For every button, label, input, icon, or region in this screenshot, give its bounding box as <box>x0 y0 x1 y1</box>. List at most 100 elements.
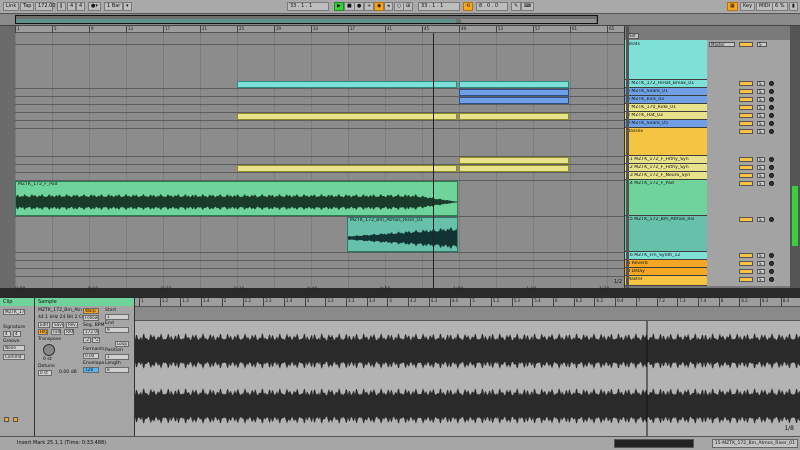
track-lanes[interactable]: MZTK_172_F_Pad MZTK_172_Bm_Atmos_Riser_0… <box>15 33 624 288</box>
end-field[interactable]: 9 <box>105 327 129 333</box>
clip-atmos[interactable]: MZTK_172_Bm_Atmos_Riser_01 <box>347 217 458 252</box>
key-button[interactable]: Key <box>740 2 756 11</box>
track-header[interactable]: 6 MZTK_Kick_02 S <box>625 96 791 104</box>
key-map-icon[interactable]: ⌨ <box>521 2 535 11</box>
track-header[interactable]: 5 MZTK_Snare_01 S <box>625 88 791 96</box>
seg-bpm-field[interactable]: 172.00 <box>83 329 99 335</box>
track-header[interactable]: Basses S <box>625 128 791 156</box>
track-activator[interactable] <box>739 121 753 126</box>
scrollbar[interactable] <box>790 26 800 288</box>
track-header[interactable]: A Reverb S <box>625 260 791 268</box>
sample-warp-ruler[interactable] <box>135 307 800 321</box>
arm-button[interactable] <box>769 253 774 258</box>
position-field[interactable]: 1 <box>105 354 129 360</box>
ram-button[interactable]: RAM <box>64 329 74 335</box>
lane-snare-5[interactable] <box>15 121 624 129</box>
lane-kick[interactable] <box>15 97 624 105</box>
arm-button[interactable] <box>769 113 774 118</box>
loop-start-field[interactable]: 33 . 1 . 1 <box>418 2 460 11</box>
lane-pad[interactable]: MZTK_172_F_Pad <box>15 181 624 217</box>
arm-button[interactable] <box>769 129 774 134</box>
solo-button[interactable]: S <box>757 261 765 266</box>
clip-hat[interactable] <box>237 113 457 120</box>
lane-hat[interactable] <box>15 113 624 121</box>
lane-basses[interactable] <box>15 129 624 157</box>
track-activator[interactable] <box>739 105 753 110</box>
solo-button[interactable]: S <box>757 81 765 86</box>
solo-button[interactable]: S <box>757 97 765 102</box>
arm-button[interactable] <box>769 217 774 222</box>
lane-filthy-2[interactable] <box>15 165 624 173</box>
track-header[interactable]: 4 MZTK_172_HiHat_Break_01 S <box>625 80 791 88</box>
solo-button[interactable]: S <box>757 157 765 162</box>
track-activator[interactable] <box>739 113 753 118</box>
clip-filthy-2b[interactable] <box>459 165 569 172</box>
clip-filthy-1[interactable] <box>459 157 569 164</box>
midi-button[interactable]: MIDI <box>756 2 774 11</box>
solo-button[interactable]: S <box>757 89 765 94</box>
detune-field[interactable]: 0 ct <box>38 370 52 376</box>
clip-sig-num[interactable]: 4 <box>3 331 11 337</box>
tap-button[interactable]: Tap <box>20 2 35 11</box>
overdub-icon[interactable]: + <box>364 2 375 11</box>
track-header[interactable]: 12 MZTK_172_F_Filthy_Syn S <box>625 164 791 172</box>
solo-button[interactable]: S <box>757 121 765 126</box>
tempo-field[interactable]: 172.00 <box>35 2 56 11</box>
link-button[interactable]: Link <box>3 2 20 11</box>
track-activator[interactable] <box>739 97 753 102</box>
solo-button[interactable]: S <box>757 42 767 47</box>
arm-button[interactable] <box>769 269 774 274</box>
group-track-beats[interactable]: Beats Master S <box>625 40 791 80</box>
arrangement-overview[interactable] <box>0 14 800 26</box>
capture-icon[interactable]: ⊞ <box>403 2 414 11</box>
track-header[interactable]: 15 MZTK_172_Bm_Atmos_Ris S <box>625 216 791 252</box>
arm-button[interactable] <box>769 105 774 110</box>
lane-neuro[interactable] <box>15 173 624 181</box>
arm-button[interactable] <box>769 173 774 178</box>
clip-hihat-2[interactable] <box>459 81 569 88</box>
arm-button[interactable] <box>769 277 774 282</box>
hiq-button[interactable]: HiQ <box>38 329 48 335</box>
lane-filthy-1[interactable] <box>15 157 624 165</box>
track-activator[interactable] <box>739 165 753 170</box>
record-button[interactable]: ● <box>354 2 365 11</box>
arm-button[interactable] <box>769 81 774 86</box>
clip-kick[interactable] <box>459 97 569 104</box>
beat-ruler[interactable]: 1 5 9 13 17 21 25 29 33 37 41 45 49 53 57 61 65 <box>15 26 624 33</box>
fade-button[interactable]: Fade <box>51 329 61 335</box>
track-header[interactable]: 13 MZTK_172_F_Neuro_Syn S <box>625 172 791 180</box>
track-activator[interactable] <box>739 253 753 258</box>
arm-button[interactable] <box>769 121 774 126</box>
output-menu[interactable]: Master <box>709 42 735 47</box>
groove-menu[interactable]: None <box>3 345 25 351</box>
length-field[interactable]: 8 <box>105 367 129 373</box>
track-activator[interactable] <box>739 81 753 86</box>
lane-atmos[interactable]: MZTK_172_Bm_Atmos_Riser_01 <box>15 217 624 253</box>
arm-button[interactable] <box>769 181 774 186</box>
loop-switch[interactable]: ⟲ <box>463 2 474 11</box>
edit-button[interactable]: Edit <box>38 322 50 328</box>
transpose-knob[interactable] <box>43 344 55 356</box>
start-field[interactable]: 1 <box>105 314 129 320</box>
lane-snare[interactable] <box>15 89 624 97</box>
lane-hihat[interactable] <box>15 81 624 89</box>
solo-button[interactable]: S <box>757 165 765 170</box>
follower-button[interactable]: Follower <box>83 315 99 321</box>
solo-button[interactable]: S <box>757 253 765 258</box>
clip-sig-den[interactable]: 4 <box>13 331 21 337</box>
formants-field[interactable]: 0.00 <box>83 353 99 359</box>
track-activator[interactable] <box>739 89 753 94</box>
loop-length-field[interactable]: 8 . 0 . 0 <box>476 2 508 11</box>
track-activator[interactable] <box>739 173 753 178</box>
lane-reverb[interactable] <box>15 261 624 269</box>
clip-snare[interactable] <box>459 89 569 96</box>
track-activator[interactable] <box>739 42 753 47</box>
track-activator[interactable] <box>739 129 753 134</box>
track-activator[interactable] <box>739 277 753 282</box>
commit-button[interactable]: Commit <box>3 354 25 360</box>
track-header[interactable]: 14 MZTK_172_F_Pad S <box>625 180 791 216</box>
overview-range[interactable] <box>15 15 598 24</box>
clip-name-field[interactable]: MZTK_172_... <box>3 309 25 315</box>
set-button[interactable]: Set <box>628 33 639 39</box>
solo-button[interactable]: S <box>757 113 765 118</box>
